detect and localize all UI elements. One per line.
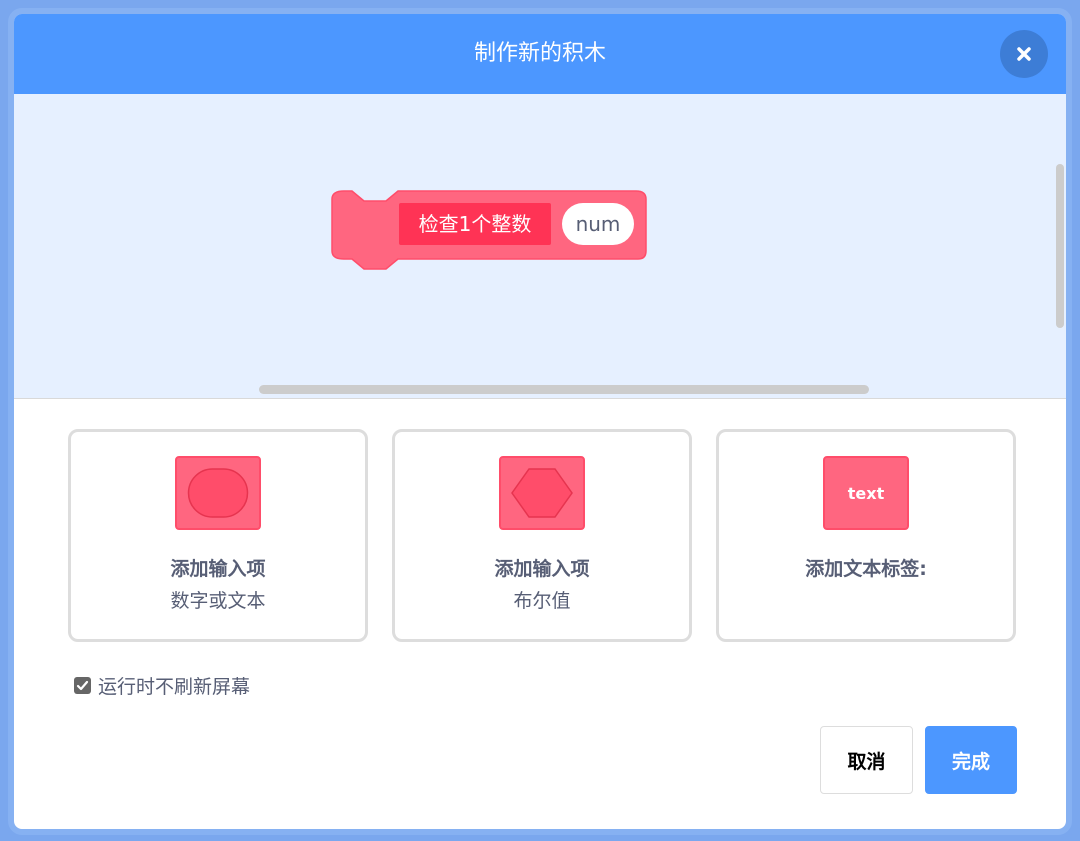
- vertical-scrollbar[interactable]: [1056, 164, 1064, 328]
- custom-block-shape[interactable]: [14, 94, 1066, 398]
- dialog-header: 制作新的积木: [14, 14, 1066, 94]
- horizontal-scrollbar[interactable]: [259, 385, 869, 394]
- number-text-input-icon: [175, 456, 261, 530]
- dialog-title: 制作新的积木: [473, 41, 606, 66]
- run-without-refresh-label: 运行时不刷新屏幕: [98, 675, 251, 698]
- checkmark-icon: [76, 680, 89, 690]
- block-preview-workspace[interactable]: 检查1个整数 num: [14, 94, 1066, 399]
- text-label-icon: text: [823, 456, 909, 530]
- add-boolean-input-button[interactable]: 添加输入项 布尔值: [392, 429, 692, 642]
- option-title: 添加输入项: [170, 558, 266, 580]
- add-text-label-button[interactable]: text 添加文本标签:: [716, 429, 1016, 642]
- add-number-text-input-button[interactable]: 添加输入项 数字或文本: [68, 429, 368, 642]
- option-title: 添加文本标签:: [805, 558, 927, 580]
- cancel-button[interactable]: 取消: [820, 726, 913, 794]
- option-subtitle: 数字或文本: [170, 590, 266, 612]
- boolean-input-icon: [499, 456, 585, 530]
- option-subtitle: 布尔值: [513, 590, 571, 612]
- close-icon: [1017, 47, 1031, 61]
- make-block-dialog: 制作新的积木 检查1个整数 num 添加输入项 数字或文本 添加输入项 布尔值 …: [8, 8, 1072, 835]
- run-without-refresh-checkbox[interactable]: [74, 676, 91, 694]
- text-label-icon-text: text: [847, 483, 885, 503]
- block-number-input[interactable]: num: [562, 203, 634, 245]
- option-title: 添加输入项: [494, 558, 590, 580]
- close-button[interactable]: [1000, 30, 1048, 78]
- run-without-refresh-row[interactable]: 运行时不刷新屏幕: [74, 670, 250, 700]
- ok-button[interactable]: 完成: [925, 726, 1017, 794]
- block-label-text[interactable]: 检查1个整数: [399, 203, 551, 245]
